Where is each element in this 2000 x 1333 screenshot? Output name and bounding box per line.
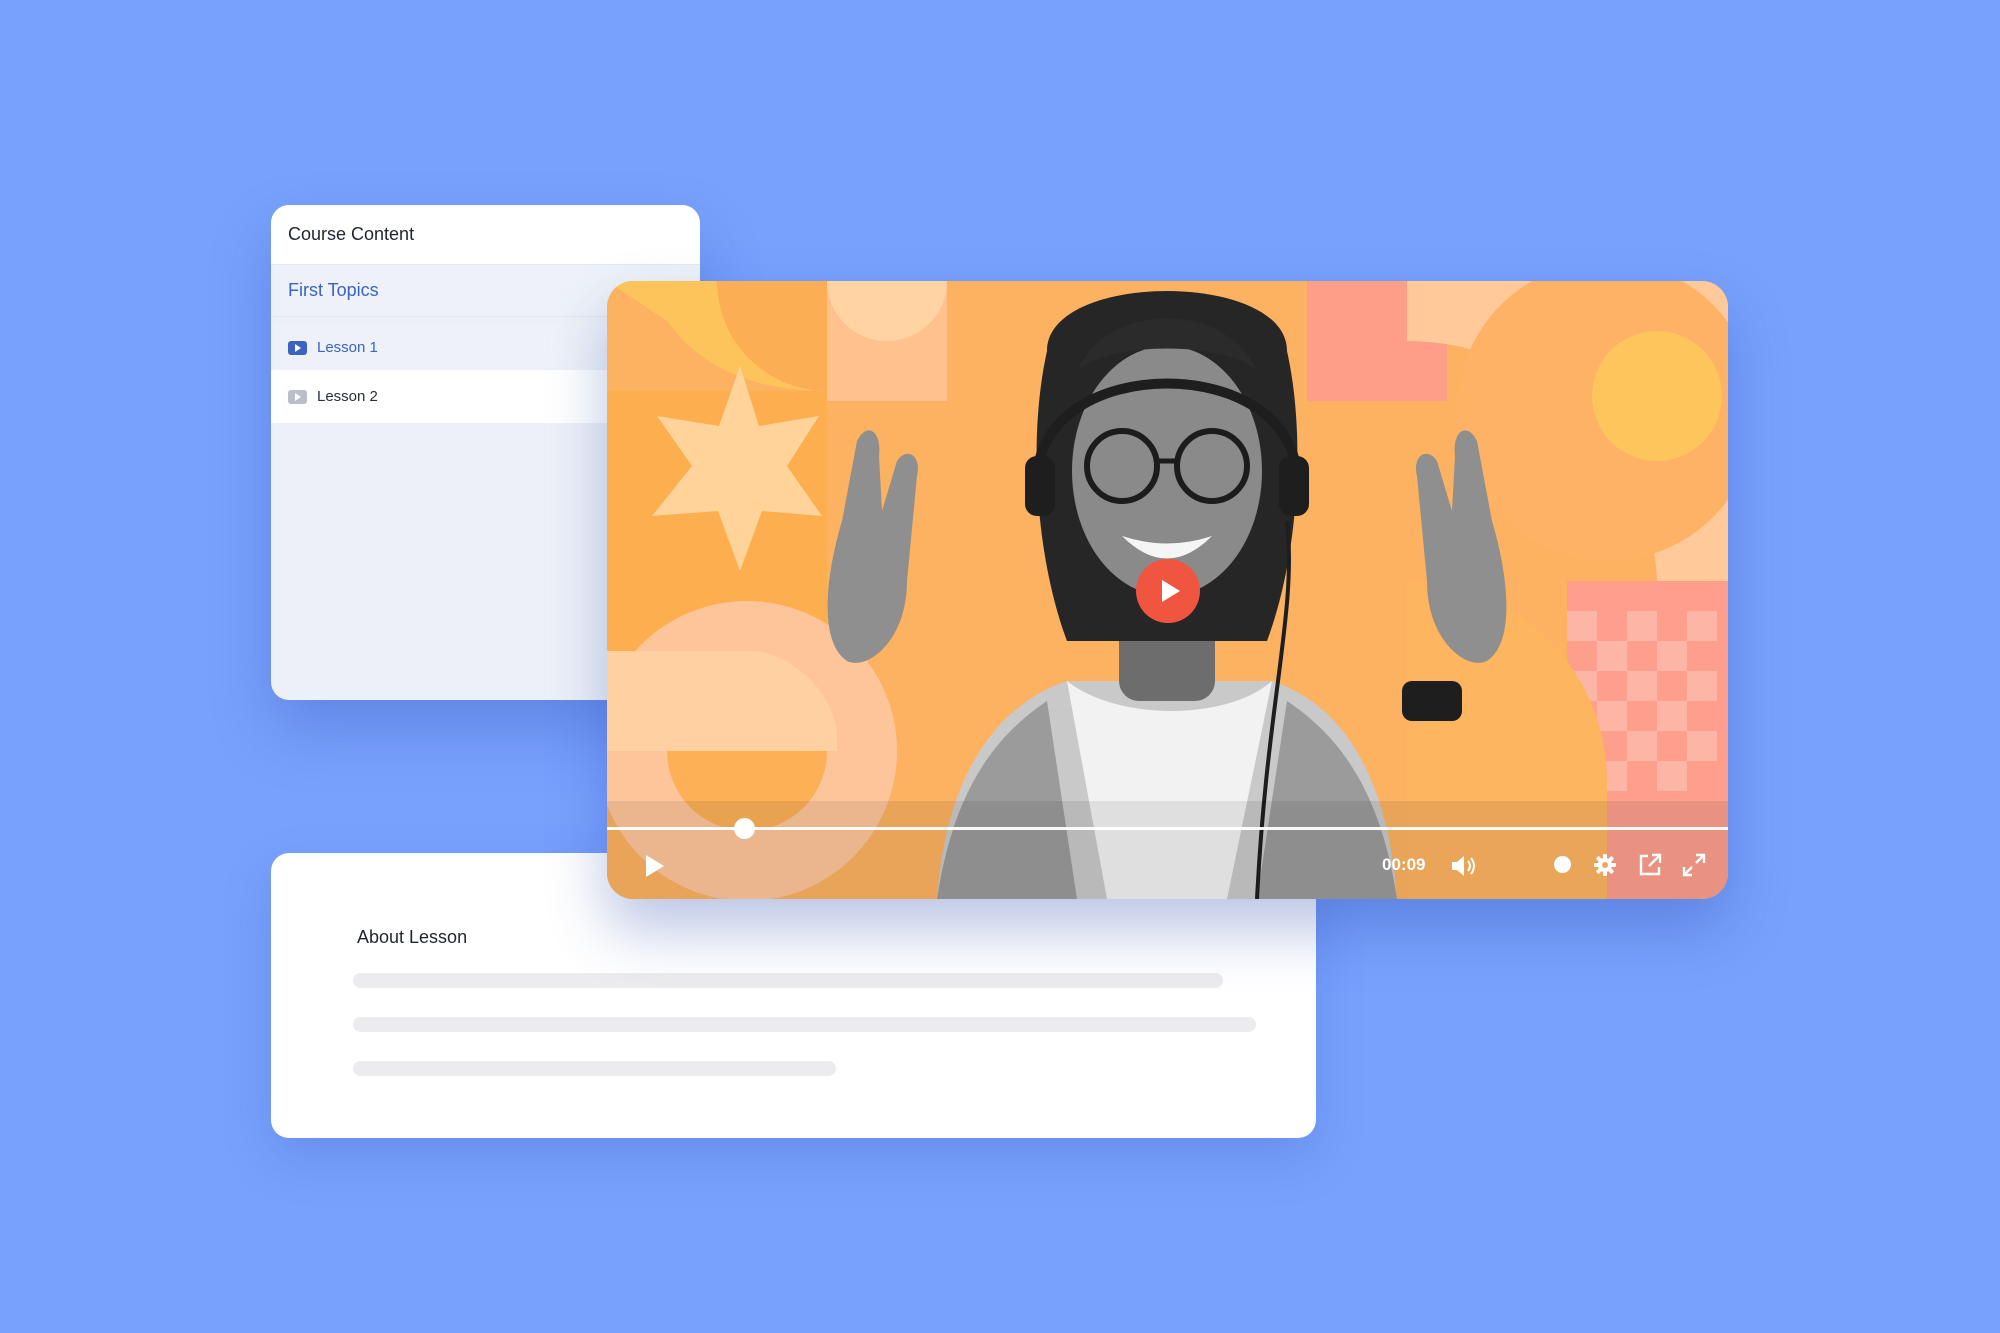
external-link-icon: [1639, 853, 1662, 876]
video-icon: [288, 340, 307, 355]
volume-button[interactable]: [1449, 853, 1479, 879]
fullscreen-button[interactable]: [1681, 852, 1707, 878]
popout-button[interactable]: [1637, 852, 1663, 878]
progress-bar[interactable]: [607, 818, 1728, 839]
about-lesson-title: About Lesson: [357, 927, 468, 947]
expand-icon: [1682, 853, 1706, 877]
lesson-label: Lesson 1: [317, 339, 378, 356]
course-content-header: Course Content: [271, 205, 700, 265]
skeleton-line: [353, 1061, 836, 1076]
lesson-label: Lesson 2: [317, 388, 378, 405]
volume-icon: [1452, 856, 1475, 876]
record-dot-button[interactable]: [1554, 856, 1571, 873]
progress-thumb[interactable]: [733, 818, 755, 839]
play-button[interactable]: [643, 853, 667, 879]
gear-icon: [1594, 854, 1616, 876]
video-player[interactable]: 00:09: [607, 281, 1728, 899]
settings-button[interactable]: [1593, 853, 1617, 877]
topic-label: First Topics: [288, 280, 379, 300]
skeleton-line: [353, 1017, 1256, 1032]
current-time: 00:09: [1382, 855, 1426, 874]
progress-fill: [607, 827, 744, 830]
course-content-title: Course Content: [288, 224, 415, 244]
player-controls: 00:09: [607, 841, 1728, 891]
video-icon: [288, 389, 307, 404]
center-play-button[interactable]: [1136, 559, 1200, 623]
skeleton-line: [353, 973, 1223, 988]
